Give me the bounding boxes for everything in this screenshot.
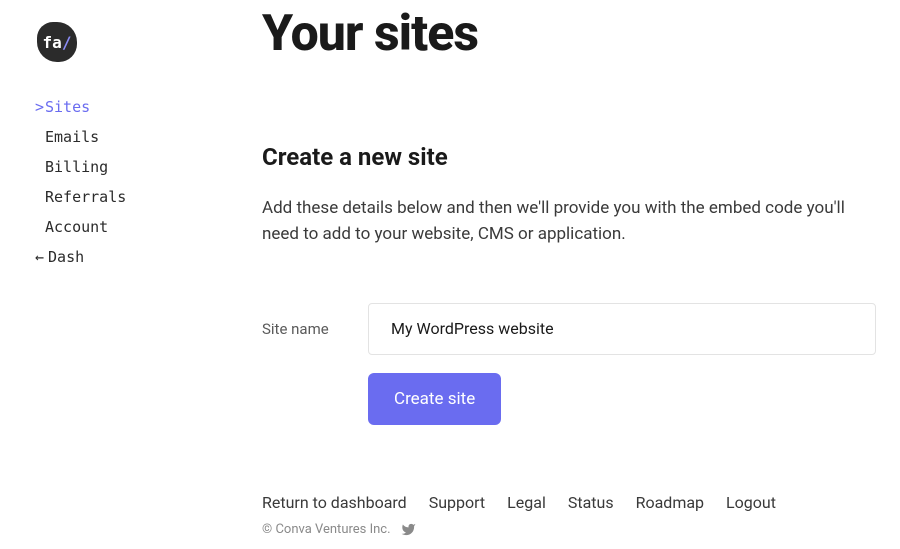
footer-links: Return to dashboard Support Legal Status… bbox=[262, 493, 776, 512]
footer-link-status[interactable]: Status bbox=[568, 493, 614, 512]
site-name-input[interactable] bbox=[368, 303, 876, 355]
nav-item-emails[interactable]: Emails bbox=[35, 122, 200, 152]
section-title: Create a new site bbox=[262, 143, 880, 171]
nav-label: Sites bbox=[45, 98, 90, 116]
nav-label: Account bbox=[45, 218, 108, 236]
arrow-left-icon: ← bbox=[35, 248, 44, 266]
page-title: Your sites bbox=[262, 5, 880, 63]
footer-copyright: © Conva Ventures Inc. bbox=[262, 522, 391, 537]
main-content: Your sites Create a new site Add these d… bbox=[262, 0, 880, 425]
footer-link-support[interactable]: Support bbox=[429, 493, 485, 512]
footer-link-roadmap[interactable]: Roadmap bbox=[636, 493, 704, 512]
twitter-icon[interactable] bbox=[401, 522, 416, 537]
caret-icon: > bbox=[35, 98, 45, 116]
site-name-label: Site name bbox=[262, 320, 368, 338]
footer: Return to dashboard Support Legal Status… bbox=[262, 493, 776, 537]
footer-link-logout[interactable]: Logout bbox=[726, 493, 776, 512]
nav-list: >Sites Emails Billing Referrals Account … bbox=[35, 92, 200, 272]
footer-link-return[interactable]: Return to dashboard bbox=[262, 493, 407, 512]
nav-item-sites[interactable]: >Sites bbox=[35, 92, 200, 122]
nav-item-account[interactable]: Account bbox=[35, 212, 200, 242]
nav-label: Dash bbox=[48, 248, 84, 266]
footer-copyright-row: © Conva Ventures Inc. bbox=[262, 522, 776, 537]
button-row: Create site bbox=[262, 373, 880, 425]
field-row-site-name: Site name bbox=[262, 303, 880, 355]
nav-item-back-dash[interactable]: ←Dash bbox=[35, 242, 200, 272]
sidebar: fa/ >Sites Emails Billing Referrals Acco… bbox=[0, 0, 200, 272]
nav-label: Billing bbox=[45, 158, 108, 176]
nav-label: Emails bbox=[45, 128, 99, 146]
logo[interactable]: fa/ bbox=[37, 22, 77, 62]
nav-item-referrals[interactable]: Referrals bbox=[35, 182, 200, 212]
logo-slash: / bbox=[62, 33, 72, 52]
nav-item-billing[interactable]: Billing bbox=[35, 152, 200, 182]
footer-link-legal[interactable]: Legal bbox=[507, 493, 546, 512]
create-site-button[interactable]: Create site bbox=[368, 373, 501, 425]
logo-text: fa bbox=[43, 33, 62, 52]
nav-label: Referrals bbox=[45, 188, 126, 206]
section-description: Add these details below and then we'll p… bbox=[262, 195, 862, 248]
